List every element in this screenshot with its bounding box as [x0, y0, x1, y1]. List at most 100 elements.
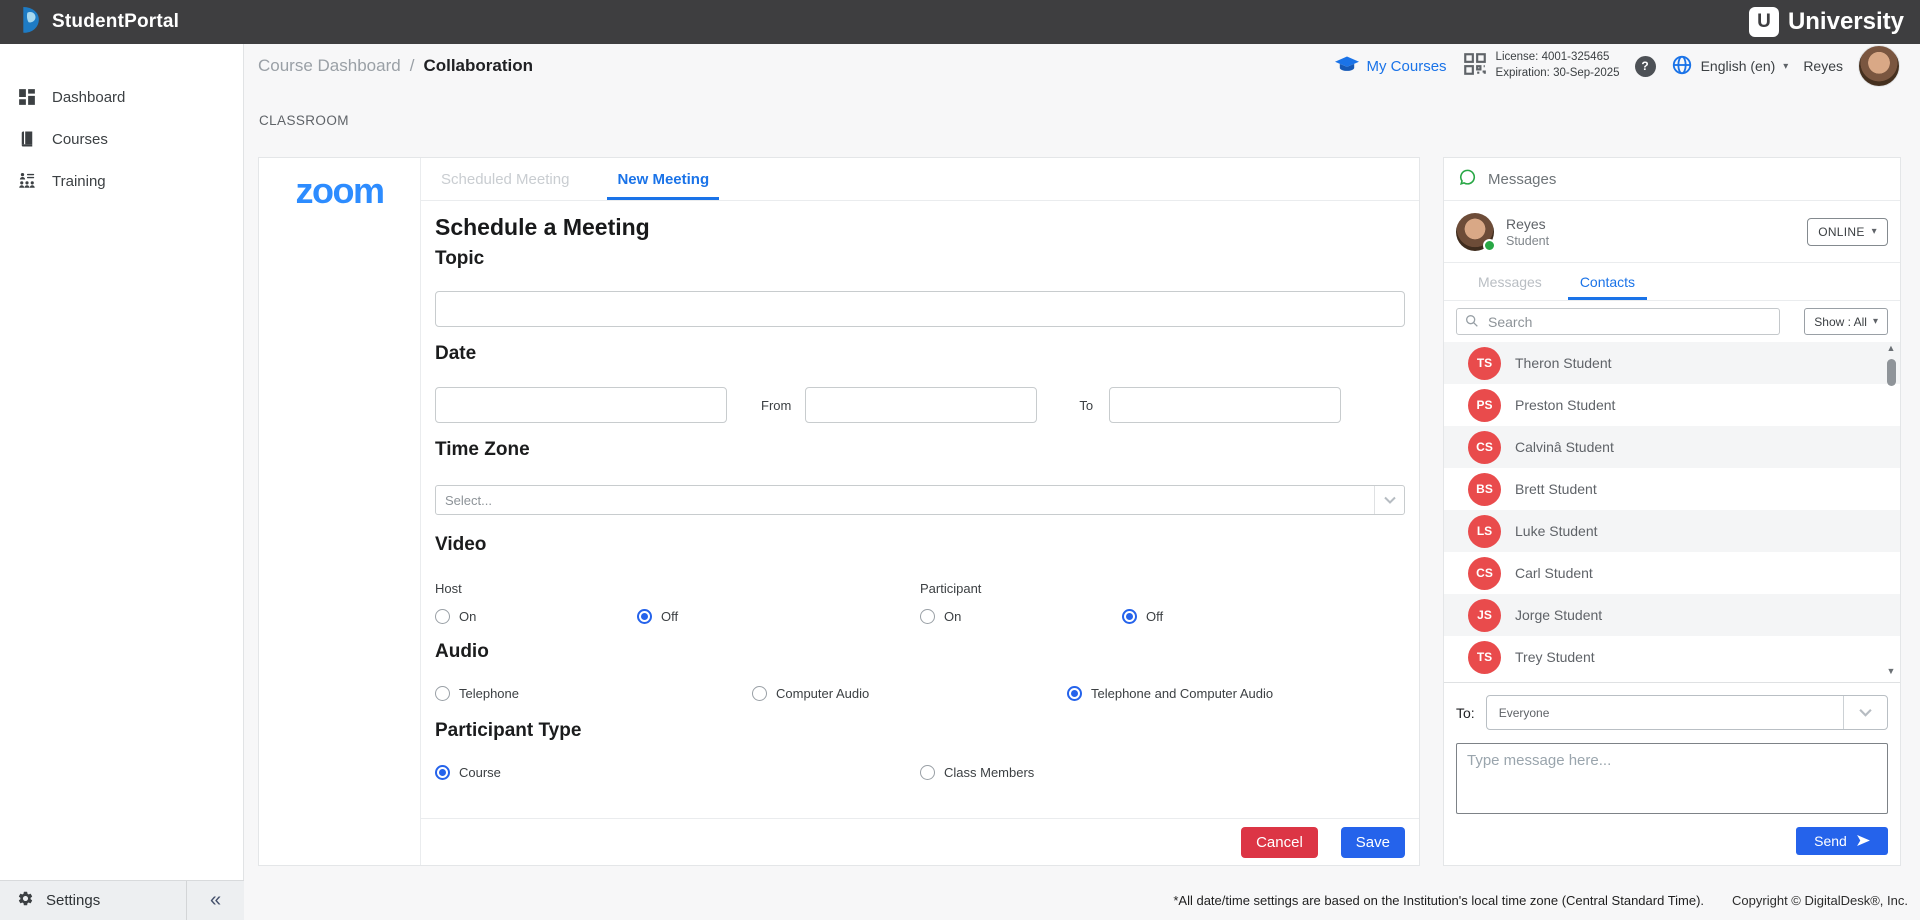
save-button[interactable]: Save: [1341, 827, 1405, 858]
show-filter-dropdown[interactable]: Show : All ▾: [1804, 308, 1888, 335]
search-icon: [1464, 313, 1480, 334]
dashboard-icon: [17, 88, 37, 106]
chat-user-row: Reyes Student ONLINE ▾: [1444, 201, 1900, 263]
tab-contacts[interactable]: Contacts: [1566, 263, 1649, 300]
scroll-down-icon[interactable]: ▼: [1887, 667, 1896, 676]
my-courses-button[interactable]: My Courses: [1335, 56, 1447, 77]
participant-off-radio[interactable]: Off: [1122, 609, 1324, 624]
form-title: Schedule a Meeting: [435, 214, 1405, 241]
sidebar-item-dashboard[interactable]: Dashboard: [0, 76, 243, 118]
license-expiration: Expiration: 30-Sep-2025: [1496, 66, 1620, 82]
sidebar-item-label: Courses: [52, 131, 108, 148]
zoom-logo: zoom: [296, 170, 384, 211]
studentportal-brand: StudentPortal: [16, 6, 179, 39]
scrollbar-thumb[interactable]: [1887, 359, 1896, 386]
sidebar-item-courses[interactable]: Courses: [0, 118, 243, 160]
messages-panel: Messages Reyes Student ONLINE ▾ Messages…: [1443, 157, 1901, 866]
breadcrumb-parent[interactable]: Course Dashboard: [258, 56, 401, 76]
sidebar-collapse-button[interactable]: «: [187, 881, 244, 920]
license-number: License: 4001-325465: [1496, 50, 1620, 66]
from-label: From: [761, 398, 791, 413]
topic-input[interactable]: [435, 291, 1405, 327]
timezone-select[interactable]: Select...: [435, 485, 1405, 515]
tab-messages[interactable]: Messages: [1464, 263, 1556, 300]
host-on-radio[interactable]: On: [435, 609, 637, 624]
tab-scheduled-meeting[interactable]: Scheduled Meeting: [435, 158, 575, 200]
chat-user-name: Reyes: [1506, 216, 1549, 232]
breadcrumb-current: Collaboration: [423, 56, 533, 76]
participant-type-class-members-radio[interactable]: Class Members: [920, 765, 1034, 780]
sidebar-item-settings[interactable]: Settings: [0, 881, 187, 920]
contact-name: Carl Student: [1515, 565, 1593, 581]
contact-list: TS Theron Student PS Preston Student CS …: [1444, 342, 1900, 678]
radio-selected-icon: [1067, 686, 1082, 701]
audio-telephone-and-computer-radio[interactable]: Telephone and Computer Audio: [1067, 686, 1273, 701]
contact-name: Preston Student: [1515, 397, 1615, 413]
university-brand: U University: [1749, 7, 1904, 37]
participant-on-radio[interactable]: On: [920, 609, 1122, 624]
contact-name: Jorge Student: [1515, 607, 1602, 623]
chevron-down-icon: ▾: [1783, 61, 1788, 72]
language-selector[interactable]: English (en) ▾: [1671, 54, 1789, 79]
help-icon[interactable]: ?: [1635, 56, 1656, 77]
book-icon: [17, 130, 37, 148]
cancel-button[interactable]: Cancel: [1241, 827, 1318, 858]
date-input[interactable]: [435, 387, 727, 423]
radio-icon: [920, 765, 935, 780]
participant-type-course-radio[interactable]: Course: [435, 765, 920, 780]
to-time-input[interactable]: [1109, 387, 1341, 423]
send-button[interactable]: Send: [1796, 827, 1888, 855]
host-off-radio[interactable]: Off: [637, 609, 839, 624]
sidebar-footer: Settings «: [0, 880, 244, 920]
qr-code-icon: [1462, 51, 1488, 82]
video-label: Video: [435, 534, 1405, 556]
contact-row[interactable]: LS Luke Student: [1444, 510, 1900, 552]
contact-row[interactable]: BS Brett Student: [1444, 468, 1900, 510]
my-courses-label: My Courses: [1367, 58, 1447, 75]
send-arrow-icon: [1857, 833, 1870, 849]
contact-avatar: CS: [1468, 431, 1501, 464]
contact-row[interactable]: TS Trey Student: [1444, 636, 1900, 678]
classroom-label: CLASSROOM: [259, 113, 349, 128]
audio-computer-radio[interactable]: Computer Audio: [752, 686, 1067, 701]
sidebar-item-training[interactable]: Training: [0, 160, 243, 202]
contact-row[interactable]: CS Carl Student: [1444, 552, 1900, 594]
studentportal-logo-icon: [16, 6, 42, 39]
message-compose-area: To: Everyone Send: [1444, 682, 1900, 865]
messages-title: Messages: [1488, 171, 1556, 188]
sidebar: Dashboard Courses Training: [0, 44, 244, 880]
online-status-dropdown[interactable]: ONLINE ▾: [1807, 218, 1888, 246]
tab-new-meeting[interactable]: New Meeting: [611, 158, 715, 200]
contact-list-scrollbar[interactable]: ▲ ▼: [1885, 344, 1897, 676]
contact-name: Theron Student: [1515, 355, 1612, 371]
contact-row[interactable]: JS Jorge Student: [1444, 594, 1900, 636]
recipient-select[interactable]: Everyone: [1486, 695, 1888, 730]
contact-name: Trey Student: [1515, 649, 1595, 665]
message-input[interactable]: [1456, 743, 1888, 814]
participant-label: Participant: [920, 581, 1405, 596]
send-label: Send: [1814, 833, 1847, 849]
zoom-logo-column: zoom: [259, 158, 421, 865]
top-bar: StudentPortal U University: [0, 0, 1920, 44]
scroll-up-icon[interactable]: ▲: [1887, 344, 1896, 353]
copyright: Copyright © DigitalDesk®, Inc.: [1732, 893, 1908, 908]
radio-selected-icon: [435, 765, 450, 780]
contact-avatar: JS: [1468, 599, 1501, 632]
sidebar-item-label: Dashboard: [52, 89, 125, 106]
timezone-label: Time Zone: [435, 439, 1405, 461]
chat-user-avatar: [1456, 213, 1494, 251]
to-label: To: [1079, 398, 1093, 413]
radio-selected-icon: [1122, 609, 1137, 624]
from-time-input[interactable]: [805, 387, 1037, 423]
online-status-dot: [1483, 239, 1496, 252]
topic-label: Topic: [435, 248, 1405, 270]
contact-row[interactable]: CS Calvinâ Student: [1444, 426, 1900, 468]
search-input[interactable]: [1456, 308, 1780, 335]
messages-panel-header: Messages: [1444, 158, 1900, 201]
audio-telephone-radio[interactable]: Telephone: [435, 686, 752, 701]
contact-row[interactable]: PS Preston Student: [1444, 384, 1900, 426]
chat-tabs: Messages Contacts: [1444, 263, 1900, 301]
user-avatar[interactable]: [1858, 45, 1900, 87]
contact-row[interactable]: TS Theron Student: [1444, 342, 1900, 384]
chat-user-role: Student: [1506, 234, 1549, 248]
